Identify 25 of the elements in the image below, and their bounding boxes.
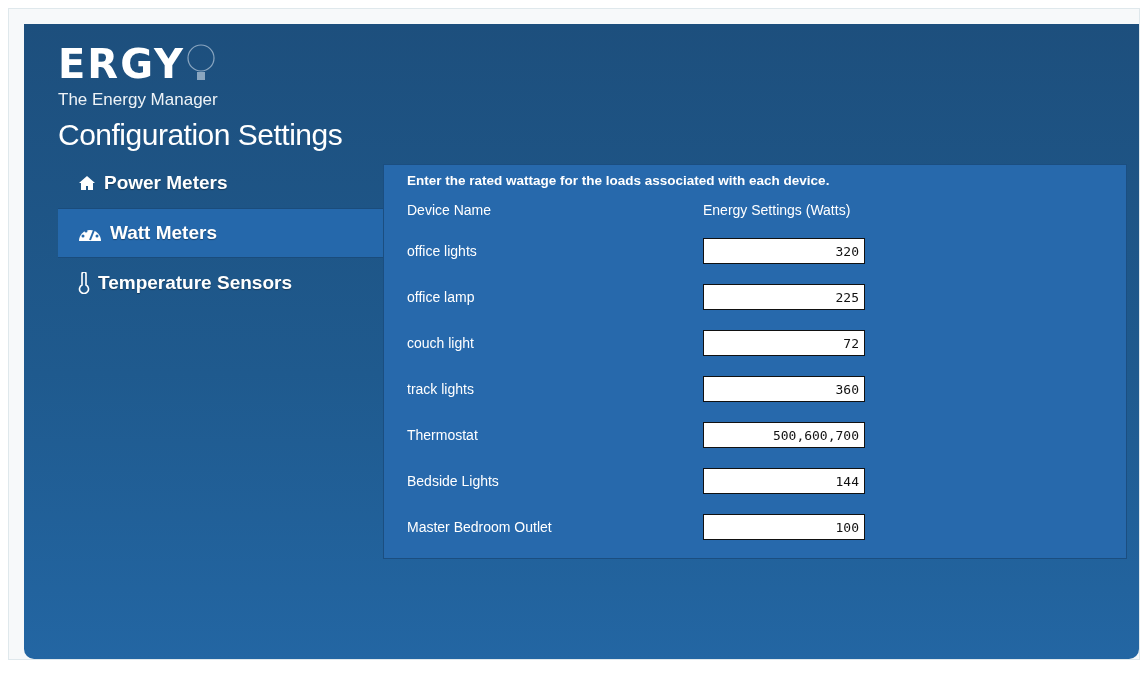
nav-item[interactable]: Temperature Sensors <box>58 258 383 308</box>
device-name: Master Bedroom Outlet <box>407 519 553 535</box>
device-name: couch light <box>407 335 475 351</box>
wattage-field[interactable]: 360 <box>703 376 865 402</box>
column-header: Energy Settings (Watts) <box>703 202 852 218</box>
thermometer-icon <box>78 272 90 294</box>
wattage-field[interactable]: 100 <box>703 514 865 540</box>
wattage-field[interactable]: 72 <box>703 330 865 356</box>
column-header: Device Name <box>407 202 493 218</box>
wattage-field[interactable]: 144 <box>703 468 865 494</box>
house-icon <box>78 175 96 191</box>
nav-item[interactable]: Power Meters <box>58 158 383 208</box>
device-name: office lamp <box>407 289 476 305</box>
wattage-field[interactable]: 320 <box>703 238 865 264</box>
wattage-field[interactable]: 225 <box>703 284 865 310</box>
wattage-field[interactable]: 500,600,700 <box>703 422 865 448</box>
instructions: Enter the rated wattage for the loads associated with each device. <box>407 173 831 188</box>
device-name: Thermostat <box>407 427 479 443</box>
logo-tagline: The Energy Manager <box>58 90 218 110</box>
device-name: office lights <box>407 243 478 259</box>
nav-item[interactable]: Watt Meters <box>58 208 383 258</box>
logo-wordmark: ERGY <box>58 42 186 86</box>
device-name: track lights <box>407 381 475 397</box>
page-title: Configuration Settings <box>58 118 343 152</box>
device-name: Bedside Lights <box>407 473 500 489</box>
